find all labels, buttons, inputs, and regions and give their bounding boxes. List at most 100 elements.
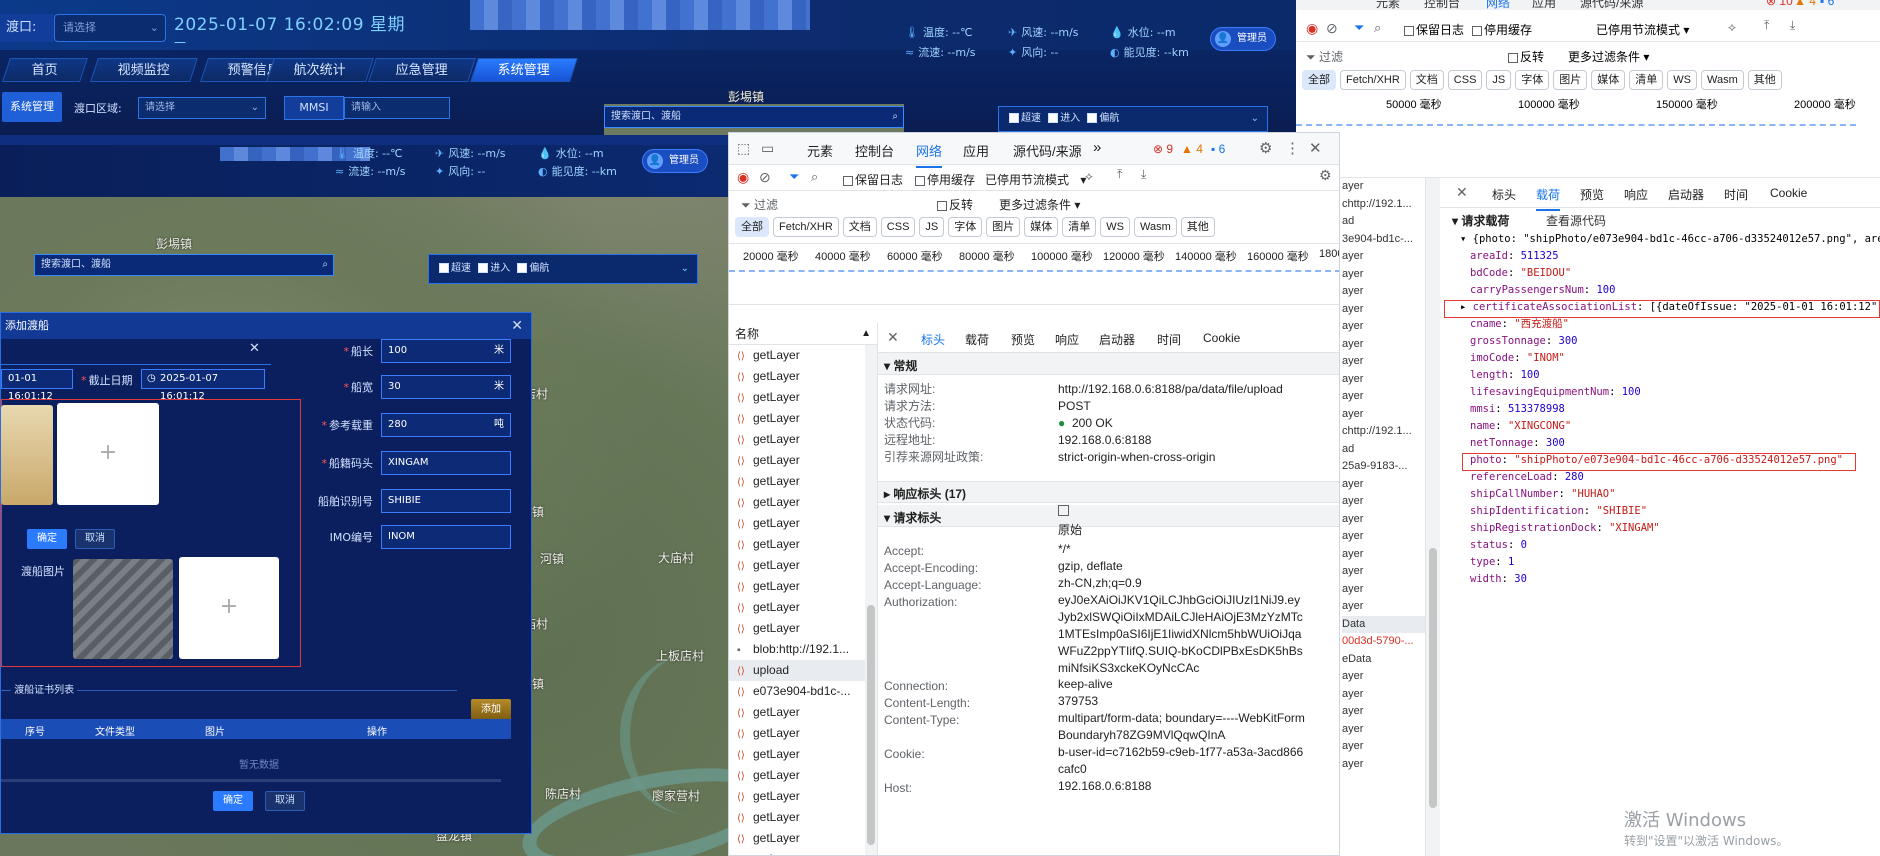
chevron-down-icon[interactable]: ⌄ bbox=[681, 255, 689, 283]
tab-headers[interactable]: 标头 bbox=[1492, 186, 1516, 203]
tab-preview[interactable]: 预览 bbox=[1011, 331, 1035, 348]
nav-tab-video[interactable]: 视频监控 bbox=[90, 58, 198, 82]
request-row[interactable]: ayer bbox=[1342, 581, 1425, 599]
over-speed-checkbox[interactable] bbox=[439, 263, 449, 273]
payload-field[interactable]: shipRegistrationDock: "XINGAM" bbox=[1470, 520, 1880, 537]
payload-field[interactable]: length: 100 bbox=[1470, 367, 1880, 384]
request-row[interactable]: ayer bbox=[1342, 493, 1425, 511]
request-row[interactable]: ayer bbox=[1342, 703, 1425, 721]
close-icon[interactable]: ✕ bbox=[1309, 139, 1322, 157]
close-icon[interactable]: ✕ bbox=[249, 341, 260, 356]
request-row[interactable]: ayer bbox=[1342, 686, 1425, 704]
tab-preview[interactable]: 预览 bbox=[1580, 186, 1604, 203]
header-value[interactable]: 379753 bbox=[1058, 693, 1306, 710]
clear-icon[interactable]: ⊘ bbox=[1326, 20, 1338, 37]
request-row[interactable]: ayer bbox=[1342, 318, 1425, 336]
close-icon[interactable]: ✕ bbox=[511, 313, 523, 339]
download-icon[interactable]: ⤓ bbox=[1141, 167, 1146, 182]
type-fetch[interactable]: Fetch/XHR bbox=[1340, 70, 1406, 90]
devtools-tab-sources[interactable]: 源代码/来源 bbox=[1013, 141, 1082, 160]
cancel-button[interactable]: 取消 bbox=[265, 791, 305, 811]
warning-count[interactable]: ▲ 4 bbox=[1181, 142, 1203, 156]
scrollbar[interactable] bbox=[1426, 178, 1440, 856]
gear-icon[interactable]: ⚙ bbox=[1319, 167, 1332, 184]
type-manifest[interactable]: 清单 bbox=[1629, 70, 1664, 90]
payload-field[interactable]: shipCallNumber: "HUHAO" bbox=[1470, 486, 1880, 503]
request-row[interactable]: ⟨⟩ getLayer bbox=[729, 744, 865, 765]
upload-icon[interactable]: ⤒ bbox=[1117, 167, 1122, 182]
scrollbar[interactable] bbox=[1, 779, 501, 782]
request-row[interactable]: ayer bbox=[1342, 371, 1425, 389]
request-row[interactable]: ⟨⟩ getLayer bbox=[729, 786, 865, 807]
request-row[interactable]: ayer bbox=[1342, 738, 1425, 756]
request-row[interactable]: ⟨⟩ getLayer bbox=[729, 828, 865, 849]
request-row[interactable]: ad bbox=[1342, 441, 1425, 459]
mmsi-input[interactable]: 请输入 bbox=[344, 97, 450, 119]
gear-icon[interactable]: ⚙ bbox=[1259, 139, 1272, 157]
payload-field[interactable]: bdCode: "BEIDOU" bbox=[1470, 265, 1880, 282]
message-count[interactable]: ▪ 6 bbox=[1211, 142, 1225, 156]
request-row[interactable]: ayer bbox=[1342, 388, 1425, 406]
deviate-checkbox[interactable] bbox=[1087, 113, 1098, 123]
tab-initiator[interactable]: 启动器 bbox=[1668, 186, 1704, 203]
enter-checkbox[interactable] bbox=[478, 263, 489, 273]
error-count[interactable]: ⊗ 9 bbox=[1153, 142, 1173, 156]
header-value[interactable]: gzip, deflate bbox=[1058, 558, 1306, 575]
confirm-button[interactable]: 确定 bbox=[213, 791, 253, 811]
device-toggle-icon[interactable]: ▭ bbox=[761, 140, 774, 157]
payload-field[interactable]: width: 30 bbox=[1470, 571, 1880, 588]
type-all[interactable]: 全部 bbox=[1302, 70, 1336, 90]
upload-add-card[interactable]: + bbox=[57, 403, 159, 505]
request-row[interactable]: Data bbox=[1342, 615, 1425, 633]
timeline[interactable]: 20000 毫秒 40000 毫秒 60000 毫秒 80000 毫秒 1000… bbox=[729, 243, 1339, 305]
map-search-input[interactable]: 搜索渡口、渡船 ⌕ bbox=[34, 254, 334, 276]
timeline[interactable]: 50000 毫秒 100000 毫秒 150000 毫秒 200000 毫秒 bbox=[1296, 94, 1880, 178]
request-row[interactable]: 3e904-bd1c-... bbox=[1342, 231, 1425, 249]
type-other[interactable]: 其他 bbox=[1747, 70, 1782, 90]
filter-icon[interactable]: ⏷ bbox=[1354, 20, 1364, 36]
more-filters[interactable]: 更多过滤条件 ▾ bbox=[1568, 48, 1649, 65]
devtools-tab[interactable]: 源代码/来源 bbox=[1580, 0, 1643, 11]
devtools-tab[interactable]: 控制台 bbox=[1424, 0, 1460, 11]
devtools-tab-elements[interactable]: 元素 bbox=[807, 141, 833, 160]
payload-field[interactable]: shipIdentification: "SHIBIE" bbox=[1470, 503, 1880, 520]
devtools-tab[interactable]: 元素 bbox=[1376, 0, 1400, 11]
add-cert-button[interactable]: 添加 bbox=[471, 699, 511, 721]
width-input[interactable]: 30 米 bbox=[381, 375, 511, 399]
tab-timing[interactable]: 时间 bbox=[1157, 331, 1181, 348]
request-row[interactable]: ⟨⟩ getLayer bbox=[729, 450, 865, 471]
imo-code-input[interactable]: INOM bbox=[381, 525, 511, 549]
payload-field[interactable]: carryPassengersNum: 100 bbox=[1470, 282, 1880, 299]
tab-response[interactable]: 响应 bbox=[1624, 186, 1648, 203]
request-row[interactable]: ayer bbox=[1342, 511, 1425, 529]
type-media[interactable]: 媒体 bbox=[1591, 70, 1626, 90]
request-row[interactable]: ayer bbox=[1342, 283, 1425, 301]
devtools-tab[interactable]: 应用 bbox=[1532, 0, 1556, 11]
request-row[interactable]: eData bbox=[1342, 651, 1425, 669]
map-search-input[interactable]: 搜索渡口、渡船 ⌕ bbox=[604, 106, 904, 128]
type-other[interactable]: 其他 bbox=[1180, 217, 1215, 237]
request-row[interactable]: ayer bbox=[1342, 721, 1425, 739]
nav-tab-home[interactable]: 首页 bbox=[2, 58, 88, 82]
request-row[interactable]: ayer bbox=[1342, 301, 1425, 319]
request-row[interactable]: ⟨⟩ upload bbox=[729, 660, 865, 681]
response-headers-toggle[interactable]: ▸ 响应标头 (17) bbox=[884, 485, 966, 502]
request-row[interactable]: ⟨⟩ getLayer bbox=[729, 702, 865, 723]
header-value[interactable]: strict-origin-when-cross-origin bbox=[1058, 447, 1306, 467]
preserve-log-checkbox[interactable] bbox=[1404, 25, 1414, 36]
name-column-header[interactable]: 名称 ▲ bbox=[729, 323, 877, 345]
payload-field[interactable]: imoCode: "INOM" bbox=[1470, 350, 1880, 367]
type-doc[interactable]: 文档 bbox=[842, 217, 877, 237]
wifi-icon[interactable]: ⟡ bbox=[1085, 169, 1093, 184]
type-ws[interactable]: WS bbox=[1100, 217, 1130, 237]
header-value[interactable]: 192.168.0.6:8188 bbox=[1058, 778, 1306, 795]
request-row[interactable]: ⟨⟩ getLayer bbox=[729, 429, 865, 450]
kebab-menu-icon[interactable]: ⋮ bbox=[1285, 139, 1300, 157]
type-media[interactable]: 媒体 bbox=[1024, 217, 1059, 237]
request-row[interactable]: ayer bbox=[1342, 248, 1425, 266]
nav-tab-voyage[interactable]: 航次统计 bbox=[266, 58, 374, 82]
tab-initiator[interactable]: 启动器 bbox=[1099, 331, 1135, 348]
tab-response[interactable]: 响应 bbox=[1055, 331, 1079, 348]
ferry-photo-thumbnail[interactable] bbox=[73, 559, 173, 659]
throttle-select[interactable]: 已停用节流模式 ▾ bbox=[1596, 21, 1689, 38]
